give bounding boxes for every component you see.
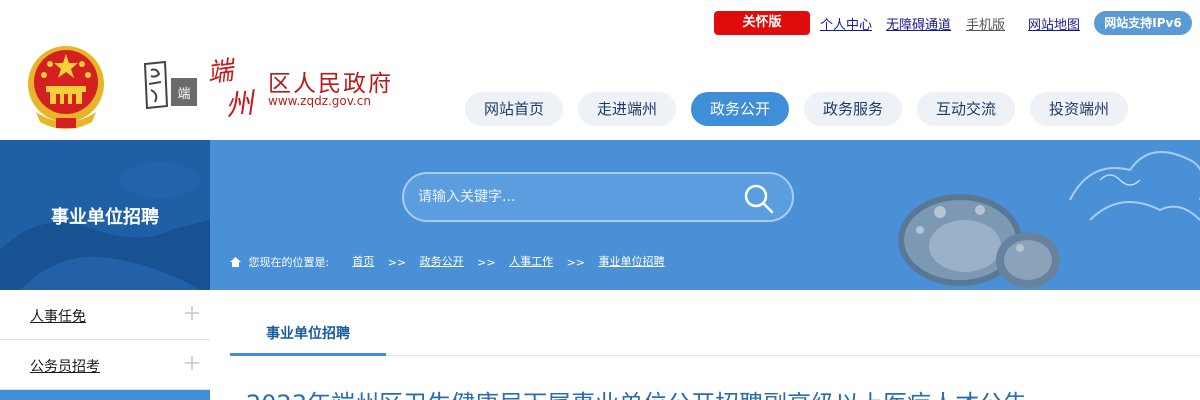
- care-mode-button[interactable]: 关怀版: [714, 11, 810, 35]
- search-icon[interactable]: [742, 182, 776, 216]
- breadcrumb-personnel[interactable]: 人事工作: [509, 255, 553, 268]
- home-icon: [230, 257, 241, 267]
- expand-plus-icon[interactable]: [183, 354, 201, 372]
- banner: 事业单位招聘 请输入关键字... 您现在的位置是: 首页 >> 政务公开 >> …: [0, 140, 1200, 290]
- nav-about[interactable]: 走进端州: [578, 92, 676, 126]
- search-box: [402, 172, 794, 222]
- header: 端 端 州 区人民政府 www.zqdz.gov.cn 关怀版 个人中心 无障碍…: [0, 0, 1200, 140]
- personal-center-link[interactable]: 个人中心: [820, 14, 872, 33]
- search-input[interactable]: [418, 186, 718, 208]
- nav-services[interactable]: 政务服务: [804, 92, 902, 126]
- sidebar-item-label[interactable]: 人事任免: [30, 306, 86, 326]
- section-header: 事业单位招聘: [0, 140, 210, 290]
- sidebar-item-active[interactable]: [0, 390, 210, 400]
- breadcrumb-recruitment[interactable]: 事业单位招聘: [599, 255, 665, 268]
- mobile-version-link[interactable]: 手机版: [966, 14, 1005, 33]
- expand-plus-icon[interactable]: [183, 304, 201, 322]
- article-title-link[interactable]: 2023年端州区卫生健康局下属事业单位公开招聘副高级以上医疗人才公告: [246, 384, 1200, 400]
- divider: [386, 355, 1200, 356]
- top-links: 关怀版 个人中心 无障碍通道 手机版 网站地图 网站支持IPv6: [0, 11, 1200, 37]
- tab-underline: [230, 353, 386, 356]
- breadcrumb-prefix: 您现在的位置是:: [248, 256, 330, 269]
- sidebar-item-label[interactable]: 公务员招考: [30, 356, 100, 376]
- page: 端 端 州 区人民政府 www.zqdz.gov.cn 关怀版 个人中心 无障碍…: [0, 0, 1200, 400]
- breadcrumb-separator: >>: [477, 255, 496, 269]
- calligraphy-char-1: 端: [205, 55, 239, 89]
- breadcrumb-separator: >>: [566, 255, 586, 269]
- nav-investment[interactable]: 投资端州: [1030, 92, 1128, 126]
- breadcrumb-separator: >>: [387, 255, 407, 269]
- sidebar: 人事任免 公务员招考: [0, 290, 210, 400]
- sidebar-item-civil-service[interactable]: 公务员招考: [0, 340, 210, 390]
- site-map-link[interactable]: 网站地图: [1028, 14, 1080, 33]
- breadcrumb-government-affairs[interactable]: 政务公开: [420, 255, 464, 268]
- nav-interaction[interactable]: 互动交流: [917, 92, 1015, 126]
- ipv6-badge: 网站支持IPv6: [1094, 11, 1192, 35]
- section-title: 事业单位招聘: [51, 207, 159, 228]
- nav-home[interactable]: 网站首页: [465, 92, 563, 126]
- breadcrumb: 您现在的位置是: 首页 >> 政务公开 >> 人事工作 >> 事业单位招聘: [230, 253, 665, 269]
- main-nav: 网站首页 走进端州 政务公开 政务服务 互动交流 投资端州: [0, 92, 1200, 126]
- inkstone-decoration: [898, 194, 1060, 288]
- breadcrumb-home[interactable]: 首页: [352, 255, 374, 268]
- nav-government-affairs[interactable]: 政务公开: [691, 92, 789, 126]
- accessibility-link[interactable]: 无障碍通道: [886, 14, 951, 33]
- tab-recruitment[interactable]: 事业单位招聘: [230, 323, 386, 343]
- sidebar-item-appointments[interactable]: 人事任免: [0, 290, 210, 340]
